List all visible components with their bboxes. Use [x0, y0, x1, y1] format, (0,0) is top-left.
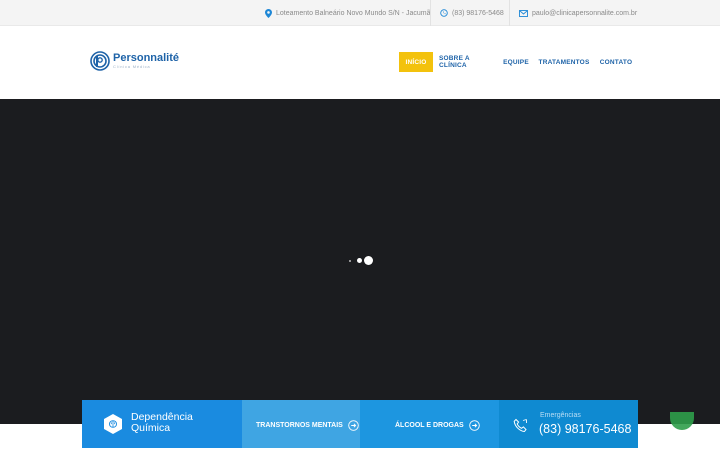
address-info: Loteamento Balneário Novo Mundo S/N - Ja…: [265, 0, 430, 26]
top-info-bar: Loteamento Balneário Novo Mundo S/N - Ja…: [0, 0, 720, 26]
whatsapp-text: (83) 98176-5468: [452, 9, 504, 17]
email-info[interactable]: paulo@clinicapersonnalite.com.br: [519, 0, 637, 26]
brain-icon: [104, 414, 122, 434]
transtornos-label: TRANSTORNOS MENTAIS: [256, 421, 343, 429]
feature-primary-title: Dependência Química: [131, 412, 193, 434]
nav-item-tratamentos[interactable]: TRATAMENTOS: [539, 52, 590, 72]
map-pin-icon: [265, 8, 272, 18]
whatsapp-float-icon[interactable]: [670, 412, 694, 430]
brand-name: Personnalité: [113, 52, 180, 64]
address-text: Loteamento Balneário Novo Mundo S/N - Ja…: [276, 9, 431, 17]
arrow-right-circle-icon: [468, 419, 480, 431]
nav-item-inicio[interactable]: INÍCIO: [399, 52, 433, 72]
transtornos-link[interactable]: TRANSTORNOS MENTAIS: [256, 418, 359, 432]
phone-icon: [513, 418, 527, 433]
loader-dot: [349, 260, 351, 262]
hero-slider: [0, 99, 720, 424]
brand-tagline: Clínica Médica: [113, 64, 151, 69]
feature-title-line2: Química: [131, 422, 171, 434]
nav-item-equipe[interactable]: EQUIPE: [502, 52, 530, 72]
nav-item-sobre-a-clinica[interactable]: SOBRE A CLÍNICA: [439, 52, 491, 72]
divider: [430, 0, 431, 26]
arrow-right-circle-icon: [348, 419, 359, 431]
email-text: paulo@clinicapersonnalite.com.br: [532, 9, 638, 17]
alcool-drogas-link[interactable]: ÁLCOOL E DROGAS: [395, 418, 480, 432]
alcool-drogas-label: ÁLCOOL E DROGAS: [395, 421, 464, 429]
nav-item-contato[interactable]: CONTATO: [599, 52, 633, 72]
whatsapp-icon: [440, 9, 448, 17]
emergency-label: Emergências: [540, 412, 581, 419]
divider: [509, 0, 510, 26]
logo-mark-icon: [90, 51, 110, 71]
site-header: Personnalité Clínica Médica INÍCIO SOBRE…: [0, 27, 720, 99]
loader-dot: [357, 258, 362, 263]
envelope-icon: [519, 9, 528, 17]
brand-logo[interactable]: Personnalité Clínica Médica: [90, 51, 179, 71]
whatsapp-info[interactable]: (83) 98176-5468: [440, 0, 504, 26]
emergency-phone[interactable]: (83) 98176-5468: [539, 422, 631, 436]
loader-dot: [364, 256, 373, 265]
panel-arrow: [222, 400, 242, 448]
